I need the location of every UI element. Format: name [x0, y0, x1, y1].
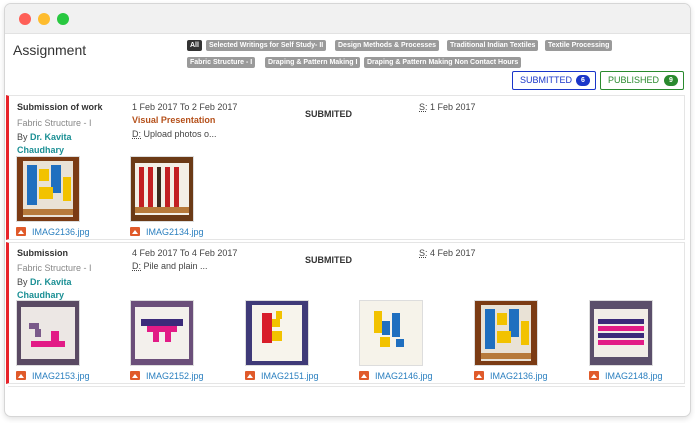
- date-range: 4 Feb 2017 To 4 Feb 2017: [132, 248, 238, 258]
- status-label: SUBMITED: [305, 109, 352, 119]
- image-file-icon: [589, 371, 599, 380]
- tag-draping-non-contact[interactable]: Draping & Pattern Making Non Contact Hou…: [364, 57, 522, 68]
- file-name: IMAG2153.jpg: [32, 371, 90, 381]
- tag-all[interactable]: All: [187, 40, 202, 51]
- minimize-window-button[interactable]: [38, 13, 50, 25]
- published-count-badge: 9: [664, 75, 678, 86]
- status-label: SUBMITED: [305, 255, 352, 265]
- weave-image-icon: [131, 301, 193, 365]
- submitted-date: S: 1 Feb 2017: [419, 102, 476, 112]
- file-name: IMAG2136.jpg: [490, 371, 548, 381]
- image-thumbnail[interactable]: [589, 300, 653, 366]
- weave-image-icon: [360, 301, 422, 365]
- image-file-icon: [130, 227, 140, 236]
- window-titlebar: [5, 4, 690, 34]
- file-name: IMAG2148.jpg: [605, 371, 663, 381]
- image-file-icon: [474, 371, 484, 380]
- image-file-icon: [359, 371, 369, 380]
- horizontal-scrollbar[interactable]: [8, 386, 685, 387]
- weave-image-icon: [590, 301, 652, 365]
- weave-image-icon: [475, 301, 537, 365]
- submitted-date: S: 4 Feb 2017: [419, 248, 476, 258]
- file-link[interactable]: IMAG2134.jpg: [130, 226, 204, 238]
- submitted-count-badge: 6: [576, 75, 590, 86]
- submission-card: Submission Fabric Structure - I By Dr. K…: [6, 242, 685, 384]
- image-thumbnail[interactable]: [16, 300, 80, 366]
- tag-textile-processing[interactable]: Textile Processing: [545, 40, 613, 51]
- submission-author: By Dr. Kavita Chaudhary: [17, 276, 97, 302]
- file-name: IMAG2134.jpg: [146, 227, 204, 237]
- file-name: IMAG2152.jpg: [146, 371, 204, 381]
- tag-design-methods[interactable]: Design Methods & Processes: [335, 40, 440, 51]
- image-thumbnail[interactable]: [245, 300, 309, 366]
- submitted-label: SUBMITTED: [520, 75, 573, 85]
- image-thumbnail[interactable]: [474, 300, 538, 366]
- file-link[interactable]: IMAG2136.jpg: [474, 370, 548, 382]
- file-link[interactable]: IMAG2152.jpg: [130, 370, 204, 382]
- submission-subject: Fabric Structure - I: [17, 118, 92, 128]
- image-file-icon: [16, 371, 26, 380]
- submission-description: D: Upload photos o...: [132, 129, 217, 139]
- tag-selected-writings[interactable]: Selected Writings for Self Study- II: [206, 40, 327, 51]
- s-date-text: 1 Feb 2017: [427, 102, 476, 112]
- weave-image-icon: [131, 157, 193, 221]
- tag-fabric-structure[interactable]: Fabric Structure - I: [187, 57, 256, 68]
- maximize-window-button[interactable]: [57, 13, 69, 25]
- weave-image-icon: [17, 301, 79, 365]
- weave-image-icon: [246, 301, 308, 365]
- submission-title: Submission of work: [17, 102, 103, 112]
- s-prefix: S:: [419, 248, 428, 258]
- published-label: PUBLISHED: [608, 75, 660, 85]
- submission-card: Submission of work Fabric Structure - I …: [6, 95, 685, 240]
- tag-draping-pattern-making[interactable]: Draping & Pattern Making I: [265, 57, 361, 68]
- weave-image-icon: [17, 157, 79, 221]
- image-thumbnail[interactable]: [16, 156, 80, 222]
- submission-category: Visual Presentation: [132, 115, 216, 125]
- file-link[interactable]: IMAG2153.jpg: [16, 370, 90, 382]
- submitted-filter-button[interactable]: SUBMITTED 6: [512, 71, 596, 90]
- tag-traditional-indian-textiles[interactable]: Traditional Indian Textiles: [447, 40, 539, 51]
- submission-title: Submission: [17, 248, 69, 258]
- page-title: Assignment: [13, 42, 87, 58]
- file-name: IMAG2136.jpg: [32, 227, 90, 237]
- s-date-text: 4 Feb 2017: [427, 248, 476, 258]
- file-link[interactable]: IMAG2151.jpg: [245, 370, 319, 382]
- image-thumbnail[interactable]: [359, 300, 423, 366]
- by-label: By: [17, 132, 28, 142]
- file-name: IMAG2146.jpg: [375, 371, 433, 381]
- image-file-icon: [16, 227, 26, 236]
- desc-text: Upload photos o...: [141, 129, 217, 139]
- image-file-icon: [245, 371, 255, 380]
- submission-subject: Fabric Structure - I: [17, 263, 92, 273]
- image-file-icon: [130, 371, 140, 380]
- file-link[interactable]: IMAG2146.jpg: [359, 370, 433, 382]
- close-window-button[interactable]: [19, 13, 31, 25]
- published-filter-button[interactable]: PUBLISHED 9: [600, 71, 684, 90]
- s-prefix: S:: [419, 102, 428, 112]
- desc-prefix: D:: [132, 261, 141, 271]
- image-thumbnail[interactable]: [130, 300, 194, 366]
- file-name: IMAG2151.jpg: [261, 371, 319, 381]
- submission-description: D: Pile and plain ...: [132, 261, 208, 271]
- image-thumbnail[interactable]: [130, 156, 194, 222]
- desc-prefix: D:: [132, 129, 141, 139]
- file-link[interactable]: IMAG2148.jpg: [589, 370, 663, 382]
- date-range: 1 Feb 2017 To 2 Feb 2017: [132, 102, 238, 112]
- desc-text: Pile and plain ...: [141, 261, 208, 271]
- file-link[interactable]: IMAG2136.jpg: [16, 226, 90, 238]
- by-label: By: [17, 277, 28, 287]
- submission-author: By Dr. Kavita Chaudhary: [17, 131, 97, 157]
